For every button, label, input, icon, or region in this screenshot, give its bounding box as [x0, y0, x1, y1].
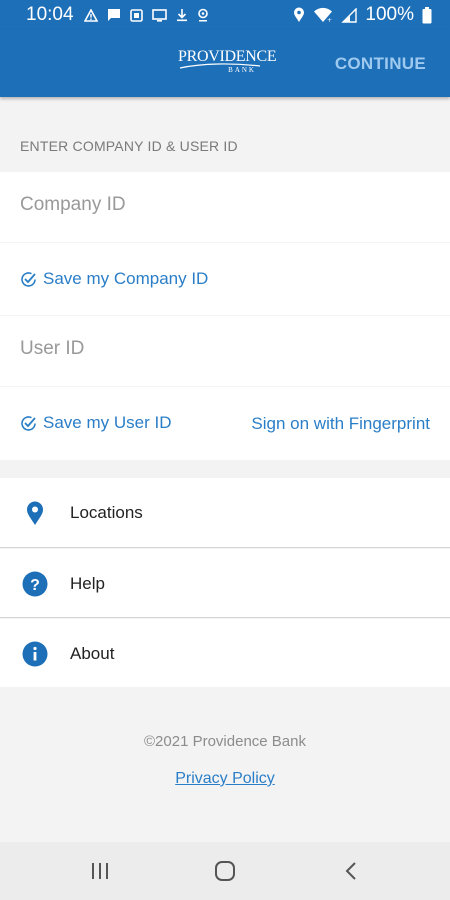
- fingerprint-sign-on-link[interactable]: Sign on with Fingerprint: [251, 414, 430, 434]
- menu-item-label: Locations: [70, 503, 143, 522]
- save-company-id-label: Save my Company ID: [43, 269, 209, 288]
- status-bar: 10:04 + 100%: [0, 0, 450, 30]
- continue-button[interactable]: CONTINUE: [335, 54, 426, 74]
- privacy-policy-link[interactable]: Privacy Policy: [0, 770, 450, 788]
- system-navigation-bar: [0, 842, 450, 900]
- location-icon: [294, 7, 305, 22]
- location-pin-icon: [27, 501, 43, 525]
- check-circle-icon: [21, 415, 36, 431]
- section-label: ENTER COMPANY ID & USER ID: [20, 138, 238, 154]
- divider: [0, 617, 450, 618]
- company-id-input[interactable]: [20, 194, 420, 216]
- user-id-input[interactable]: [20, 338, 420, 360]
- save-user-id-label: Save my User ID: [43, 413, 172, 432]
- status-time: 10:04: [26, 4, 74, 25]
- signal-icon: [341, 7, 358, 23]
- notification-icons: [83, 8, 209, 22]
- wifi-icon: +: [314, 7, 332, 23]
- logo-swoosh: [179, 63, 261, 69]
- save-company-id-toggle[interactable]: Save my Company ID: [20, 269, 208, 289]
- menu-item-label: About: [70, 644, 115, 663]
- battery-icon: [422, 6, 432, 23]
- save-user-id-row: Save my User ID Sign on with Fingerprint: [0, 387, 450, 460]
- menu-item-help[interactable]: ? Help: [0, 549, 450, 618]
- back-icon[interactable]: [340, 860, 364, 882]
- download-icon: [176, 9, 187, 22]
- save-user-id-toggle[interactable]: Save my User ID: [20, 413, 171, 433]
- menu-item-about[interactable]: About: [0, 619, 450, 687]
- check-circle-icon: [21, 271, 36, 287]
- copyright-text: ©2021 Providence Bank: [144, 733, 306, 750]
- recent-apps-icon[interactable]: [88, 860, 112, 882]
- home-icon[interactable]: [213, 860, 237, 882]
- providence-bank-logo: PROVIDENCE BANK: [178, 48, 277, 74]
- svg-text:?: ?: [30, 577, 40, 594]
- battery-percentage: 100%: [365, 4, 414, 25]
- user-id-row: [0, 316, 450, 386]
- warning-icon: [83, 8, 98, 22]
- location-pin-icon: [197, 8, 208, 22]
- divider: [0, 547, 450, 548]
- svg-text:+: +: [327, 17, 332, 23]
- save-company-id-row: Save my Company ID: [0, 243, 450, 315]
- cast-icon: [151, 8, 167, 22]
- photo-icon: [129, 8, 143, 22]
- info-icon: [22, 641, 48, 667]
- chat-icon: [107, 9, 120, 21]
- help-icon: ?: [22, 571, 48, 597]
- app-bar: PROVIDENCE BANK CONTINUE: [0, 30, 450, 97]
- menu-item-locations[interactable]: Locations: [0, 478, 450, 547]
- menu-item-label: Help: [70, 574, 105, 593]
- company-id-row: [0, 172, 450, 242]
